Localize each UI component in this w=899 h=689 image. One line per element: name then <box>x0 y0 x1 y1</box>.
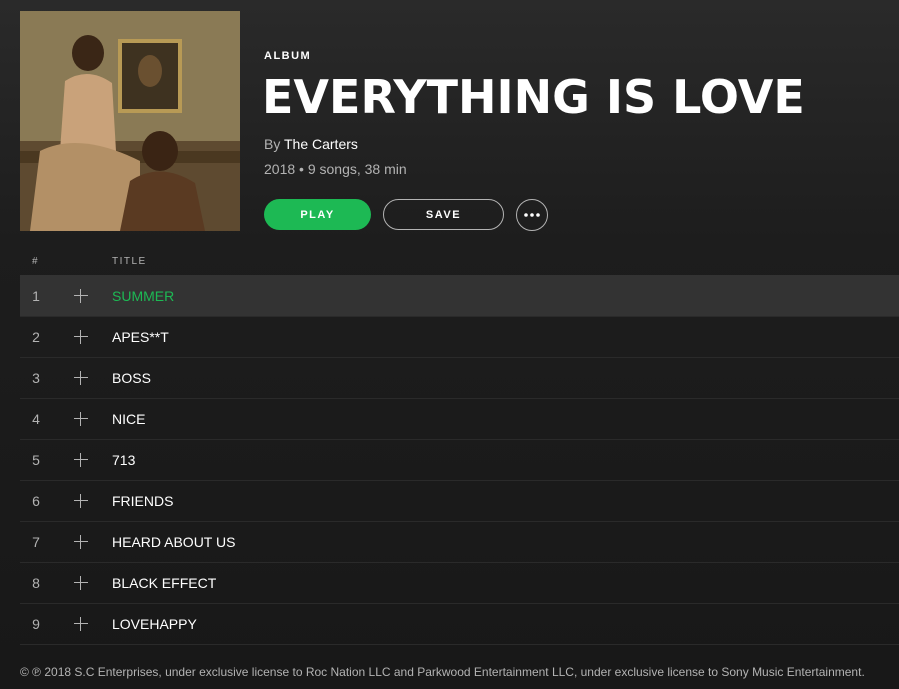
more-horizontal-icon <box>524 213 540 217</box>
track-number: 4 <box>32 411 40 427</box>
track-number: 7 <box>32 534 40 550</box>
track-rows: 1 SUMMER 2 APES**T 3 BOSS 4 NICE 5 713 6 FRIENDS 7 HE… <box>20 276 899 645</box>
track-row[interactable]: 3 BOSS <box>20 358 899 399</box>
track-number: 5 <box>32 452 40 468</box>
track-number: 3 <box>32 370 40 386</box>
album-meta: 2018 • 9 songs, 38 min <box>264 161 407 177</box>
add-icon[interactable] <box>73 575 89 591</box>
track-row[interactable]: 8 BLACK EFFECT <box>20 563 899 604</box>
track-row[interactable]: 7 HEARD ABOUT US <box>20 522 899 563</box>
add-icon[interactable] <box>73 616 89 632</box>
play-button[interactable]: PLAY <box>264 199 371 230</box>
track-title: BLACK EFFECT <box>112 575 217 591</box>
track-title: LOVEHAPPY <box>112 616 197 632</box>
add-icon[interactable] <box>73 411 89 427</box>
album-cover[interactable] <box>20 11 240 231</box>
tracklist: # TITLE 1 SUMMER 2 APES**T 3 BOSS 4 NICE 5 713 6 FR… <box>20 250 899 645</box>
track-row[interactable]: 9 LOVEHAPPY <box>20 604 899 645</box>
track-title: SUMMER <box>112 288 175 304</box>
track-row[interactable]: 1 SUMMER <box>20 276 899 317</box>
track-row[interactable]: 6 FRIENDS <box>20 481 899 522</box>
add-icon[interactable] <box>73 493 89 509</box>
add-icon[interactable] <box>73 534 89 550</box>
add-icon[interactable] <box>73 329 89 345</box>
track-number: 9 <box>32 616 40 632</box>
album-cover-art <box>20 11 240 231</box>
more-options-button[interactable] <box>516 199 548 231</box>
save-button[interactable]: SAVE <box>383 199 504 230</box>
album-header: ALBUM <box>264 50 311 62</box>
add-icon[interactable] <box>73 452 89 468</box>
track-number: 2 <box>32 329 40 345</box>
track-row[interactable]: 2 APES**T <box>20 317 899 358</box>
track-title: BOSS <box>112 370 151 386</box>
artist-line: By The Carters <box>264 136 358 152</box>
track-title: NICE <box>112 411 146 427</box>
add-icon[interactable] <box>73 370 89 386</box>
by-prefix: By <box>264 136 281 152</box>
track-title: 713 <box>112 452 136 468</box>
track-title: APES**T <box>112 329 169 345</box>
track-number: 8 <box>32 575 40 591</box>
header-title: TITLE <box>112 256 147 267</box>
artist-link[interactable]: The Carters <box>284 136 358 152</box>
track-row[interactable]: 4 NICE <box>20 399 899 440</box>
album-title: EVERYTHING IS LOVE <box>262 70 805 124</box>
track-number: 6 <box>32 493 40 509</box>
add-icon[interactable] <box>73 288 89 304</box>
track-row[interactable]: 5 713 <box>20 440 899 481</box>
tracklist-header: # TITLE <box>20 250 899 276</box>
track-title: FRIENDS <box>112 493 174 509</box>
track-number: 1 <box>32 288 40 304</box>
header-number: # <box>32 256 40 267</box>
track-title: HEARD ABOUT US <box>112 534 236 550</box>
copyright-text: © ℗ 2018 S.C Enterprises, under exclusiv… <box>20 665 865 679</box>
album-type-label: ALBUM <box>264 50 312 62</box>
